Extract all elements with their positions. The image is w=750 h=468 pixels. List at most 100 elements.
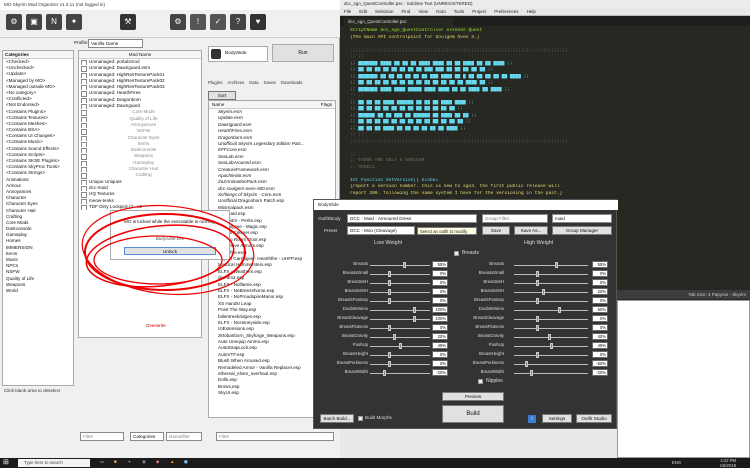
tab-data[interactable]: Data (249, 80, 258, 85)
language-indicator[interactable]: ENG (672, 460, 681, 465)
low-slider-track[interactable] (370, 337, 430, 338)
filter-input[interactable]: Filter (80, 432, 124, 441)
menu-item-file[interactable]: File (344, 9, 351, 14)
taskbar-search[interactable]: Type here to search (18, 459, 90, 467)
help-icon[interactable]: ? (230, 14, 246, 30)
code-editor[interactable]: ScriptName dcc_sgo_QuestController exten… (350, 28, 746, 217)
low-slider-track[interactable] (370, 274, 430, 275)
low-slider-thumb[interactable] (398, 343, 402, 349)
menu-item-view[interactable]: View (418, 9, 428, 14)
plugins-flags-header[interactable]: Flags (321, 102, 332, 107)
menu-item-goto[interactable]: Goto (436, 9, 446, 14)
start-icon[interactable]: ⊞ (3, 459, 13, 467)
high-value-field[interactable]: 0% (592, 324, 608, 331)
sublime-tab[interactable]: dcc_sgo_QuestController.psc (344, 18, 454, 26)
low-value-field[interactable]: 55% (432, 261, 448, 268)
low-slider-track[interactable] (370, 283, 430, 284)
plugin-filter-input[interactable]: Filter (216, 432, 334, 441)
low-slider-thumb[interactable] (392, 334, 396, 340)
low-value-field[interactable]: 0% (432, 351, 448, 358)
high-value-field[interactable]: 0% (592, 351, 608, 358)
low-slider-track[interactable] (370, 355, 430, 356)
save-as-button[interactable]: Save As... (514, 226, 548, 235)
endorse-icon[interactable]: ♥ (250, 14, 266, 30)
sublime-icon[interactable]: ▲ (170, 459, 175, 464)
build-button[interactable]: Build (442, 405, 504, 423)
high-slider-track[interactable] (514, 283, 588, 284)
high-value-field[interactable]: 55% (592, 261, 608, 268)
mod-list[interactable]: Mod Name Unmanaged: portal2mod Unmanaged:… (78, 50, 202, 338)
low-slider-thumb[interactable] (383, 370, 387, 376)
low-slider-thumb[interactable] (388, 271, 391, 277)
build-morphs-checkbox[interactable] (358, 416, 363, 421)
high-value-field[interactable]: 0% (592, 297, 608, 304)
executable-select[interactable]: BodySlide (208, 46, 268, 62)
low-slider-track[interactable] (370, 310, 430, 311)
tab-saves[interactable]: Saves (264, 80, 276, 85)
tools-icon[interactable]: ⚒ (120, 14, 136, 30)
outfit-studio-button[interactable]: Outfit Studio (576, 414, 612, 423)
high-slider-track[interactable] (514, 301, 588, 302)
menu-item-project[interactable]: Project (472, 9, 486, 14)
low-value-field[interactable]: 0% (432, 297, 448, 304)
menu-item-tools[interactable]: Tools (454, 9, 465, 14)
install-icon[interactable]: ▣ (26, 14, 42, 30)
high-value-field[interactable]: -50% (592, 360, 608, 367)
app-icon[interactable]: ◆ (156, 459, 160, 465)
high-slider-track[interactable] (514, 319, 588, 320)
high-slider-thumb[interactable] (536, 352, 540, 358)
nipples-checkbox[interactable] (478, 379, 483, 384)
high-slider-thumb[interactable] (542, 289, 546, 295)
menu-item-find[interactable]: Find (402, 9, 411, 14)
high-value-field[interactable]: -20% (592, 369, 608, 376)
profile-icon[interactable]: ⚙ (6, 14, 22, 30)
unlock-button[interactable]: Unlock (124, 247, 216, 255)
high-slider-thumb[interactable] (554, 262, 558, 268)
low-value-field[interactable]: 0% (432, 288, 448, 295)
high-value-field[interactable]: 0% (592, 279, 608, 286)
low-slider-thumb[interactable] (388, 289, 391, 295)
low-slider-track[interactable] (370, 328, 430, 329)
high-slider-thumb[interactable] (536, 325, 540, 331)
low-value-field[interactable]: 0% (432, 279, 448, 286)
low-slider-thumb[interactable] (388, 361, 391, 367)
low-value-field[interactable]: 0% (432, 270, 448, 277)
low-slider-track[interactable] (370, 319, 430, 320)
steam-icon[interactable]: ◉ (142, 459, 146, 465)
low-value-field[interactable]: 0% (432, 324, 448, 331)
preset-select[interactable]: DCC - Moo (Cleavage) (347, 226, 415, 235)
batch-build-button[interactable]: Batch Build... (320, 414, 354, 423)
high-slider-track[interactable] (514, 292, 588, 293)
namefilter-input[interactable]: Namefilter (166, 432, 202, 441)
menu-item-selection[interactable]: Selection (375, 9, 394, 14)
breasts-checkbox[interactable] (454, 251, 459, 256)
low-slider-thumb[interactable] (388, 280, 391, 286)
menu-item-help[interactable]: Help (527, 9, 536, 14)
tab-archives[interactable]: Archives (227, 80, 244, 85)
low-value-field[interactable]: 100% (432, 315, 448, 322)
low-slider-track[interactable] (370, 364, 430, 365)
low-slider-thumb[interactable] (388, 298, 391, 304)
high-slider-track[interactable] (514, 274, 588, 275)
high-value-field[interactable]: 0% (592, 270, 608, 277)
chrome-icon[interactable]: ● (128, 459, 131, 464)
high-slider-thumb[interactable] (558, 307, 562, 313)
update-icon[interactable]: ✓ (210, 14, 226, 30)
settings-icon[interactable]: ✦ (66, 14, 82, 30)
low-slider-thumb[interactable] (413, 307, 417, 313)
high-slider-thumb[interactable] (548, 334, 552, 340)
high-slider-thumb[interactable] (536, 271, 540, 277)
preview-button[interactable]: Preview (442, 392, 504, 401)
run-button[interactable]: Run (272, 44, 334, 62)
high-slider-thumb[interactable] (549, 343, 553, 349)
category-item[interactable]: World (3, 288, 73, 294)
mod-name-header[interactable]: Mod Name (79, 51, 201, 59)
low-slider-thumb[interactable] (388, 325, 391, 331)
plugins-name-header[interactable]: Name (212, 102, 224, 107)
low-slider-thumb[interactable] (388, 352, 391, 358)
menu-item-preferences[interactable]: Preferences (494, 9, 518, 14)
task-view-icon[interactable]: ▭ (100, 459, 104, 465)
high-slider-thumb[interactable] (536, 298, 540, 304)
high-slider-thumb[interactable] (525, 361, 529, 367)
executables-icon[interactable]: ⚙ (170, 14, 186, 30)
